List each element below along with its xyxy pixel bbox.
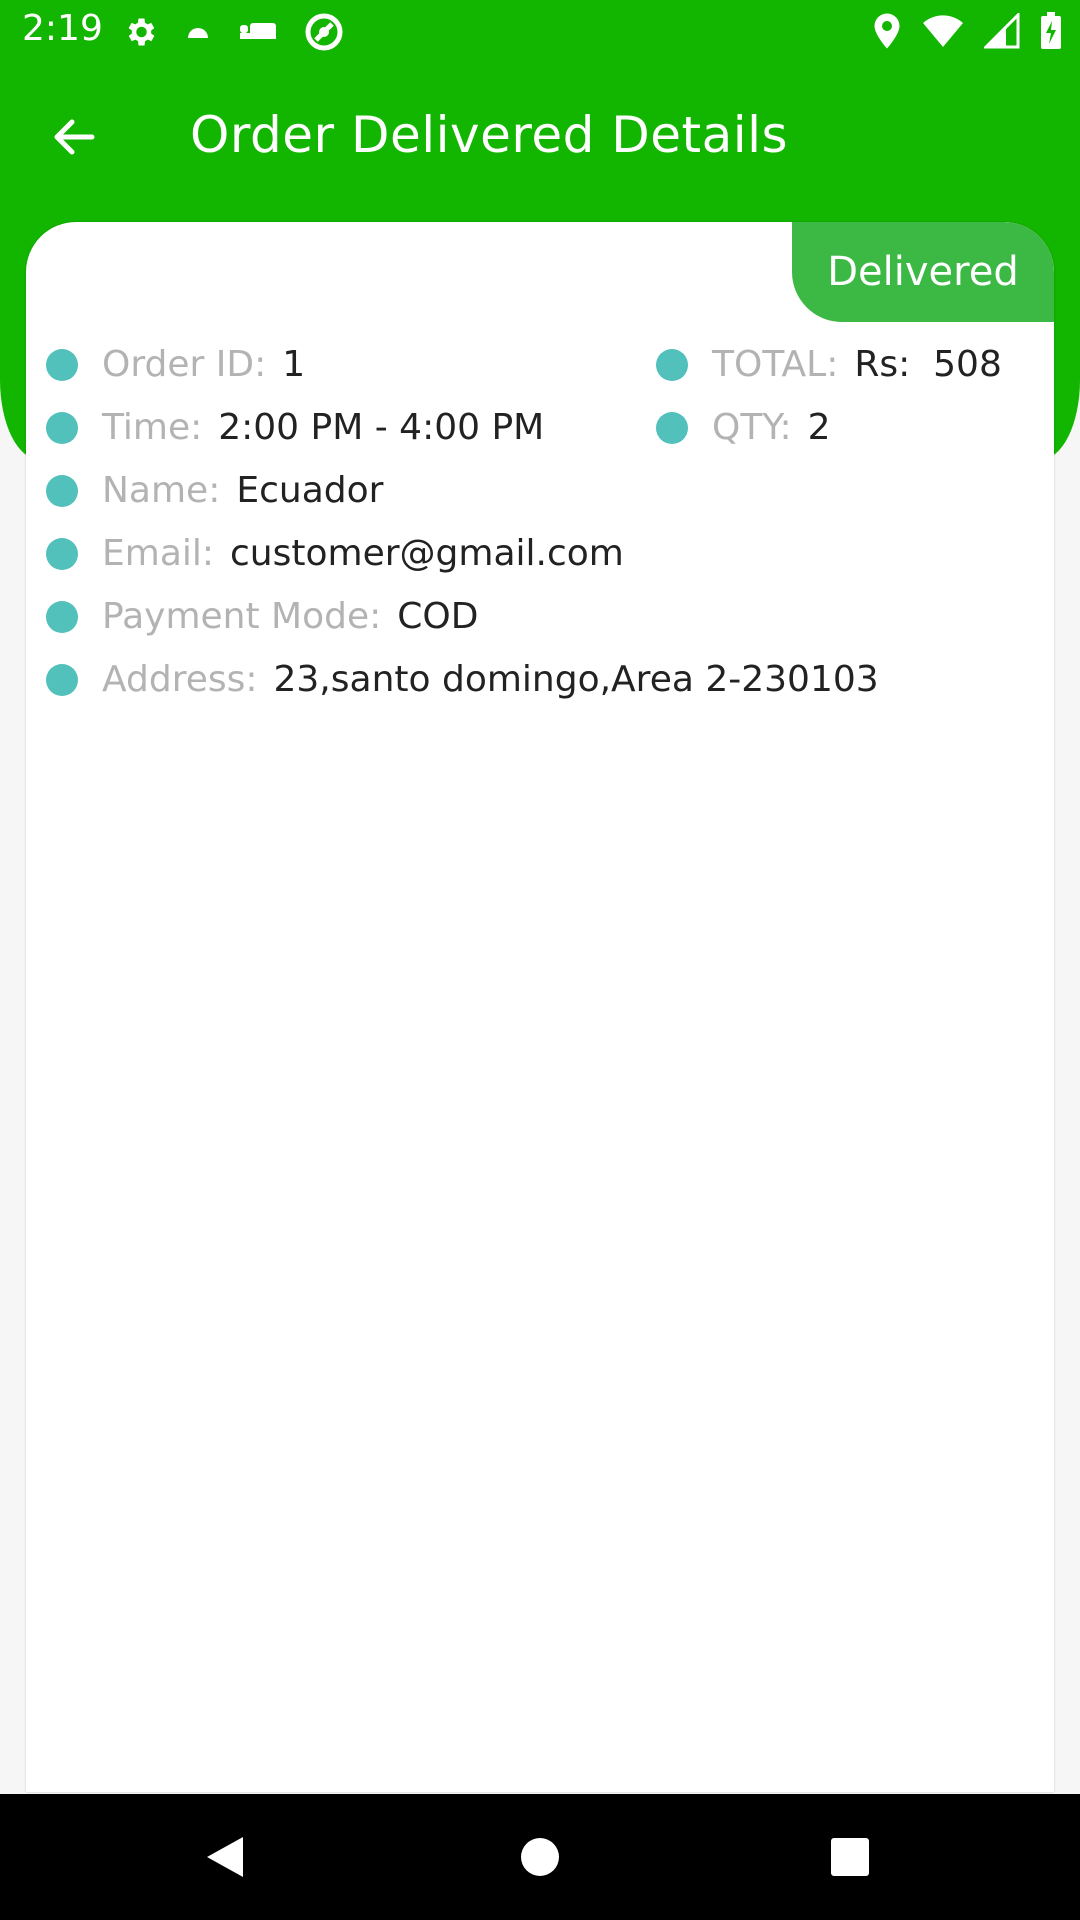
no-entry-icon — [304, 12, 344, 56]
email-row: Email: customer@gmail.com — [46, 533, 624, 574]
order-id-label: Order ID: — [102, 344, 267, 385]
time-row: Time: 2:00 PM - 4:00 PM — [46, 407, 544, 448]
bullet-icon — [46, 411, 78, 444]
name-row: Name: Ecuador — [46, 470, 383, 511]
arrow-left-icon — [54, 119, 95, 155]
android-icon — [184, 22, 212, 46]
address-row: Address: 23,santo domingo,Area 2-230103 — [46, 659, 879, 700]
payment-mode-row: Payment Mode: COD — [46, 596, 478, 637]
status-time: 2:19 — [22, 8, 103, 49]
bullet-icon — [46, 537, 78, 570]
order-id-row: Order ID: 1 — [46, 344, 305, 385]
email-value: customer@gmail.com — [230, 533, 624, 574]
home-nav-button[interactable] — [480, 1794, 600, 1920]
bullet-icon — [656, 348, 688, 381]
qty-value: 2 — [807, 407, 831, 448]
payment-mode-value: COD — [397, 596, 479, 637]
qty-label: QTY: — [712, 407, 792, 448]
bullet-icon — [656, 411, 688, 444]
location-icon — [872, 12, 902, 54]
total-row: TOTAL: Rs: 508 — [656, 344, 1002, 385]
time-value: 2:00 PM - 4:00 PM — [218, 407, 545, 448]
time-label: Time: — [102, 407, 203, 448]
total-label: TOTAL: — [712, 344, 839, 385]
signal-icon — [982, 11, 1020, 53]
back-nav-icon — [207, 1837, 243, 1877]
recents-nav-icon — [831, 1838, 869, 1876]
total-value: Rs: 508 — [854, 344, 1002, 385]
back-nav-button[interactable] — [165, 1794, 285, 1920]
back-button[interactable] — [44, 107, 104, 167]
qty-row: QTY: 2 — [656, 407, 831, 448]
email-label: Email: — [102, 533, 215, 574]
bed-icon — [238, 17, 278, 51]
order-id-value: 1 — [282, 344, 306, 385]
home-nav-icon — [521, 1838, 559, 1876]
bullet-icon — [46, 348, 78, 381]
recents-nav-button[interactable] — [790, 1794, 910, 1920]
payment-mode-label: Payment Mode: — [102, 596, 382, 637]
address-value: 23,santo domingo,Area 2-230103 — [273, 659, 879, 700]
address-label: Address: — [102, 659, 258, 700]
battery-icon — [1040, 12, 1062, 54]
status-badge: Delivered — [792, 222, 1054, 322]
name-value: Ecuador — [236, 470, 384, 511]
bullet-icon — [46, 600, 78, 633]
status-bar: 2:19 — [0, 0, 1080, 62]
order-details-card: Delivered Order ID: 1 TOTAL: Rs: 508 Tim… — [26, 222, 1054, 1792]
app-header: Order Delivered Details — [0, 62, 1080, 212]
settings-icon — [122, 14, 158, 54]
page-title: Order Delivered Details — [190, 106, 789, 164]
bullet-icon — [46, 663, 78, 696]
navigation-bar — [0, 1794, 1080, 1920]
wifi-icon — [922, 13, 964, 53]
name-label: Name: — [102, 470, 221, 511]
bullet-icon — [46, 474, 78, 507]
